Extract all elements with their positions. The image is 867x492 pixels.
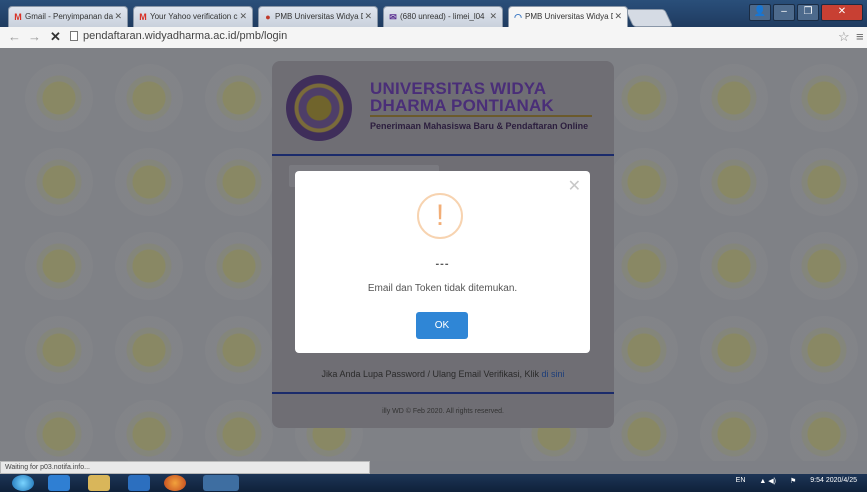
- background-seal-icon: [610, 400, 678, 461]
- close-window-button[interactable]: ✕: [821, 4, 863, 21]
- menu-icon[interactable]: ≡: [856, 29, 864, 45]
- background-seal-icon: [115, 64, 183, 132]
- university-logo: [286, 75, 352, 141]
- chrome-icon[interactable]: [203, 475, 239, 491]
- tab-title: Gmail - Penyimpanan da: [25, 12, 113, 21]
- volume-icon[interactable]: ▲ ◀): [759, 477, 776, 485]
- background-seal-icon: [790, 64, 858, 132]
- background-seal-icon: [205, 316, 273, 384]
- tab-gmail[interactable]: M Gmail - Penyimpanan da ✕: [8, 6, 128, 27]
- yahoo-mail-icon: ✉: [389, 12, 397, 22]
- background-seal-icon: [25, 148, 93, 216]
- card-header: UNIVERSITAS WIDYA DHARMA PONTIANAK Pener…: [272, 61, 614, 154]
- background-seal-icon: [790, 316, 858, 384]
- page-icon: [70, 31, 78, 41]
- background-seal-icon: [25, 316, 93, 384]
- background-seal-icon: [115, 232, 183, 300]
- background-seal-icon: [790, 148, 858, 216]
- background-seal-icon: [115, 148, 183, 216]
- footer-divider: [272, 392, 614, 394]
- back-icon[interactable]: ←: [8, 29, 21, 45]
- background-seal-icon: [610, 64, 678, 132]
- header-subtitle: Penerimaan Mahasiswa Baru & Pendaftaran …: [370, 121, 589, 131]
- warning-icon: !: [417, 193, 463, 239]
- gmail-icon: M: [139, 12, 147, 22]
- background-seal-icon: [790, 232, 858, 300]
- tab-title: (680 unread) - limei_l04: [400, 12, 485, 21]
- ok-button[interactable]: OK: [416, 312, 468, 339]
- file-explorer-icon[interactable]: [88, 475, 110, 491]
- background-seal-icon: [115, 400, 183, 461]
- new-tab-button[interactable]: [624, 9, 674, 27]
- stop-icon[interactable]: ✕: [50, 29, 61, 45]
- forgot-password-link[interactable]: di sini: [542, 369, 565, 379]
- background-seal-icon: [610, 232, 678, 300]
- background-seal-icon: [700, 64, 768, 132]
- taskbar: EN ▲ ◀) ⚑ 9:54 2020/4/25: [0, 474, 867, 492]
- background-seal-icon: [610, 316, 678, 384]
- maximize-button[interactable]: ❐: [797, 4, 819, 21]
- user-icon[interactable]: 👤: [749, 4, 771, 21]
- tab-close-icon[interactable]: ✕: [489, 11, 497, 22]
- firefox-icon[interactable]: [164, 475, 186, 491]
- tab-close-icon[interactable]: ✕: [114, 11, 122, 22]
- header-underline: [370, 115, 592, 117]
- tab-pmb-1[interactable]: ● PMB Universitas Widya D ✕: [258, 6, 378, 27]
- close-icon[interactable]: ✕: [568, 176, 581, 196]
- tab-yahoo-mail[interactable]: ✉ (680 unread) - limei_l04 ✕: [383, 6, 503, 27]
- address-bar[interactable]: pendaftaran.widyadharma.ac.id/pmb/login: [83, 30, 287, 42]
- university-name: UNIVERSITAS WIDYA DHARMA PONTIANAK: [370, 79, 554, 115]
- clock-time: 9:54: [810, 477, 824, 484]
- clock[interactable]: 9:54 2020/4/25: [810, 477, 857, 485]
- media-player-icon[interactable]: [128, 475, 150, 491]
- internet-explorer-icon[interactable]: [48, 475, 70, 491]
- forward-icon[interactable]: →: [28, 29, 41, 45]
- background-seal-icon: [790, 400, 858, 461]
- minimize-button[interactable]: –: [773, 4, 795, 21]
- dialog-message: Email dan Token tidak ditemukan.: [367, 283, 518, 294]
- tab-pmb-active[interactable]: ◠ PMB Universitas Widya D ✕: [508, 6, 628, 27]
- pmb-icon: ●: [265, 12, 271, 22]
- status-bar: Waiting for p03.notifa.info...: [0, 461, 370, 474]
- background-seal-icon: [700, 400, 768, 461]
- tab-yahoo-verification[interactable]: M Your Yahoo verification c ✕: [133, 6, 253, 27]
- background-seal-icon: [25, 400, 93, 461]
- background-seal-icon: [700, 232, 768, 300]
- background-seal-icon: [205, 232, 273, 300]
- tab-title: PMB Universitas Widya D: [525, 12, 613, 21]
- alert-dialog: ✕ ! --- Email dan Token tidak ditemukan.…: [295, 171, 590, 353]
- background-seal-icon: [205, 400, 273, 461]
- dialog-title: ---: [435, 258, 450, 270]
- window-controls: 👤 – ❐ ✕: [749, 4, 863, 21]
- loading-icon: ◠: [514, 12, 522, 22]
- forgot-password-text: Jika Anda Lupa Password / Ulang Email Ve…: [272, 369, 614, 379]
- copyright-text: illy WD © Feb 2020. All rights reserved.: [382, 408, 504, 415]
- tab-close-icon[interactable]: ✕: [364, 11, 372, 22]
- page-viewport: UNIVERSITAS WIDYA DHARMA PONTIANAK Pener…: [0, 48, 867, 461]
- header-divider: [272, 154, 614, 156]
- flag-icon[interactable]: ⚑: [790, 477, 796, 485]
- tab-title: PMB Universitas Widya D: [275, 12, 363, 21]
- tab-close-icon[interactable]: ✕: [239, 11, 247, 22]
- forgot-password-label: Jika Anda Lupa Password / Ulang Email Ve…: [321, 369, 542, 379]
- background-seal-icon: [25, 64, 93, 132]
- background-seal-icon: [205, 64, 273, 132]
- background-seal-icon: [610, 148, 678, 216]
- browser-tab-strip: M Gmail - Penyimpanan da ✕ M Your Yahoo …: [0, 0, 867, 27]
- background-seal-icon: [25, 232, 93, 300]
- tab-close-icon[interactable]: ✕: [614, 11, 622, 22]
- system-tray: EN ▲ ◀) ⚑ 9:54 2020/4/25: [736, 477, 857, 485]
- background-seal-icon: [700, 316, 768, 384]
- background-seal-icon: [205, 148, 273, 216]
- clock-date: 2020/4/25: [825, 477, 857, 484]
- background-seal-icon: [700, 148, 768, 216]
- tab-title: Your Yahoo verification c: [150, 12, 238, 21]
- gmail-icon: M: [14, 12, 22, 22]
- background-seal-icon: [115, 316, 183, 384]
- star-icon[interactable]: ☆: [838, 29, 850, 45]
- start-button[interactable]: [12, 475, 34, 491]
- browser-toolbar: ← → ✕ pendaftaran.widyadharma.ac.id/pmb/…: [0, 27, 867, 49]
- language-indicator[interactable]: EN: [736, 477, 746, 485]
